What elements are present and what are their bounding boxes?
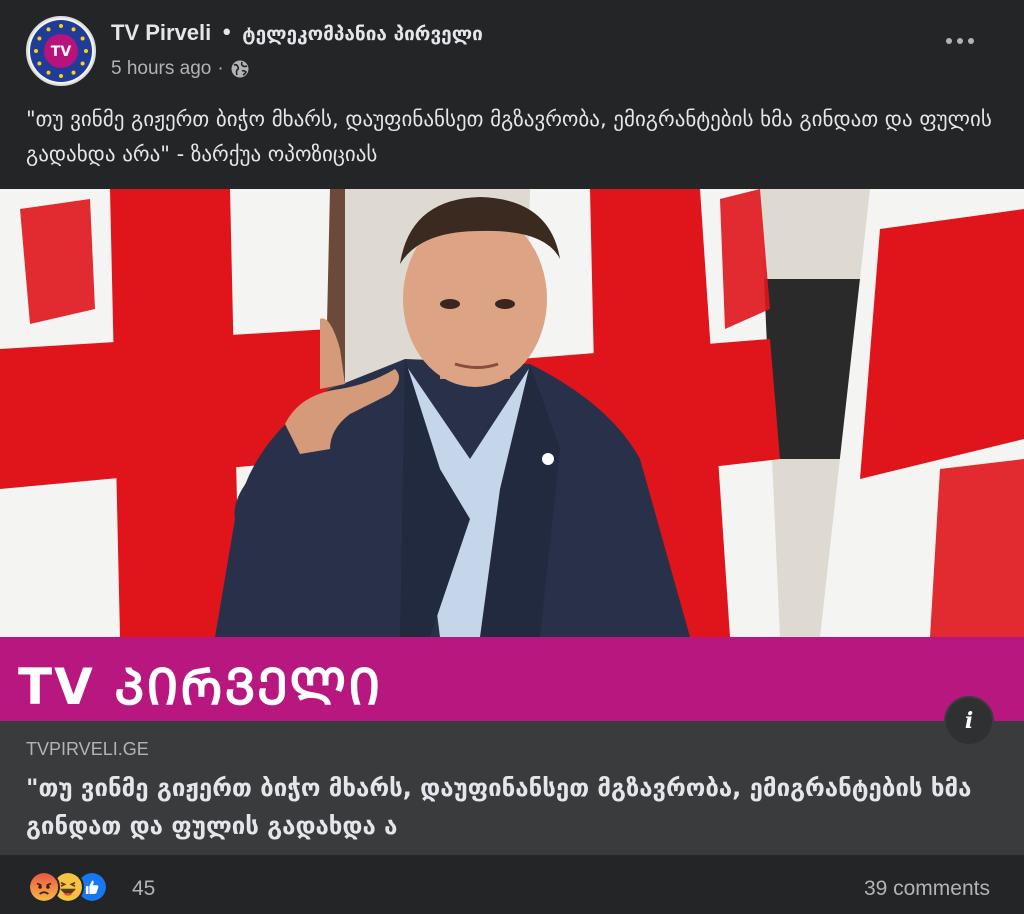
more-options-icon[interactable]: [946, 38, 974, 48]
page-name-link[interactable]: TV Pirveli: [111, 20, 211, 45]
link-image[interactable]: TV ᲞᲘᲠᲕᲔᲚᲘ: [0, 189, 1024, 721]
facebook-post: TV TV Pirveli • ტელეკომპანია პირველი 5 h…: [0, 0, 1024, 914]
meta-separator: ·: [217, 58, 224, 79]
post-header: TV TV Pirveli • ტელეკომპანია პირველი 5 h…: [0, 0, 1024, 100]
post-meta: 5 hours ago ·: [111, 58, 250, 80]
page-name-line: TV Pirveli • ტელეკომპანია პირველი: [111, 20, 483, 46]
tv-pirveli-logo-icon: TV: [30, 20, 92, 82]
reactions-summary[interactable]: [28, 871, 108, 903]
page-subname[interactable]: ტელეკომპანია პირველი: [242, 23, 483, 45]
tv-pirveli-banner: TV ᲞᲘᲠᲕᲔᲚᲘ: [0, 637, 1024, 721]
page-avatar[interactable]: TV: [26, 16, 96, 86]
globe-icon[interactable]: [230, 59, 250, 79]
post-timestamp[interactable]: 5 hours ago: [111, 58, 211, 80]
link-preview[interactable]: TVPIRVELI.GE "თუ ვინმე გიჟერთ ბიჭო მხარს…: [0, 721, 1024, 855]
info-icon[interactable]: i: [944, 696, 994, 746]
comments-count-link[interactable]: 39 comments: [864, 877, 990, 901]
post-footer: 45 39 comments: [0, 855, 1024, 914]
news-photo: [0, 189, 1024, 637]
name-separator: •: [220, 21, 234, 46]
reaction-count[interactable]: 45: [132, 877, 155, 901]
svg-text:TV: TV: [51, 44, 72, 60]
banner-logo-text: TV ᲞᲘᲠᲕᲔᲚᲘ: [18, 658, 383, 716]
post-caption: "თუ ვინმე გიჟერთ ბიჭო მხარს, დაუფინანსეთ…: [26, 107, 992, 166]
angry-icon: [28, 871, 60, 903]
link-domain: TVPIRVELI.GE: [26, 739, 149, 759]
link-title[interactable]: "თუ ვინმე გიჟერთ ბიჭო მხარს, დაუფინანსეთ…: [26, 769, 996, 845]
